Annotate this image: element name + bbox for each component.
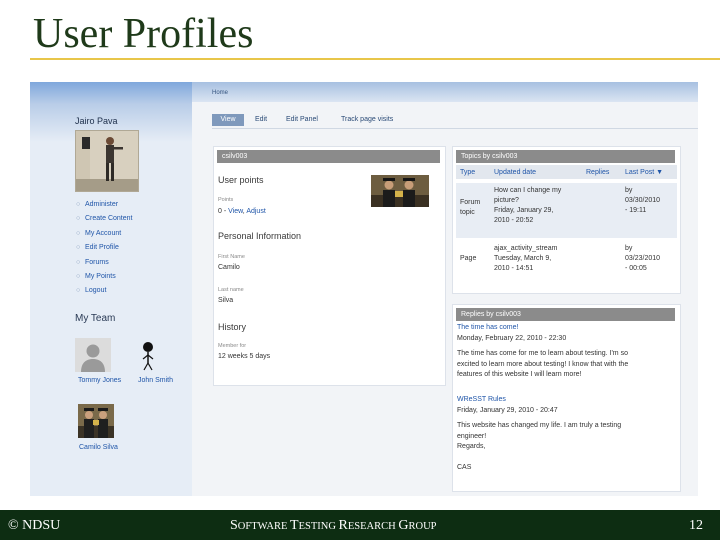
reply-body-line: CAS: [457, 464, 472, 471]
reply-body-line: The time has come for me to learn about …: [457, 350, 628, 357]
footer-group-name: SOFTWARE TESTING RESEARCH GROUP: [230, 518, 437, 533]
stick-figure-icon[interactable]: [134, 338, 170, 372]
table-row: Page ajax_activity_stream Tuesday, March…: [456, 241, 677, 281]
bullet-icon: ○: [76, 201, 81, 208]
breadcrumb[interactable]: Home: [212, 90, 228, 96]
replies-panel-header: Replies by csilv003: [456, 308, 675, 321]
first-name-value: Camilo: [218, 264, 240, 271]
sidebar-item-my-account[interactable]: ○ My Account: [76, 227, 132, 241]
reply-body-line: features of this website I will learn mo…: [457, 371, 582, 378]
profile-photo: [75, 130, 139, 192]
column-header-type[interactable]: Type: [460, 169, 475, 176]
reply-title-link[interactable]: The time has come!: [457, 323, 628, 334]
bullet-icon: ○: [76, 272, 81, 280]
reply-body-line: engineer!: [457, 432, 487, 440]
points-adjust-link[interactable]: Adjust: [246, 208, 265, 215]
team-member-name[interactable]: Camilo Silva: [79, 444, 118, 451]
reply-post: WReSST Rules Friday, January 29, 2010 - …: [457, 395, 621, 474]
reply-body-line: Regards,: [457, 443, 486, 450]
sidebar-item-create-content[interactable]: ○ Create Content: [76, 212, 132, 226]
sidebar: Jairo Pava ○ Administer ○ Create Content ○…: [30, 82, 192, 496]
member-for-value: 12 weeks 5 days: [218, 353, 271, 360]
sidebar-item-forums[interactable]: ○ Forums: [76, 256, 132, 270]
replies-panel: Replies by csilv003 The time has come! M…: [452, 304, 681, 492]
user-points-heading: User points: [218, 175, 264, 185]
first-name-label: First Name: [218, 254, 245, 260]
sort-descending-icon: ▼: [656, 169, 664, 176]
screenshot-window: Jairo Pava ○ Administer ○ Create Content ○…: [30, 82, 698, 496]
reply-body-line: This website has changed my life. I am t…: [457, 422, 622, 429]
page-number: 12: [689, 518, 703, 533]
last-name-value: Silva: [218, 297, 234, 304]
title-divider: [30, 58, 720, 60]
tabs-divider: [212, 128, 698, 129]
reply-date: Monday, February 22, 2010 - 22:30: [457, 334, 567, 342]
points-label: Points: [218, 197, 234, 203]
bullet-icon: ○: [76, 215, 81, 223]
sidebar-item-my-points[interactable]: ○ My Points: [76, 270, 132, 284]
column-header-replies[interactable]: Replies: [586, 169, 609, 176]
header-bar: Home: [192, 82, 698, 102]
sidebar-item-administer[interactable]: ○ Administer: [76, 198, 132, 212]
points-value: 0 - View, Adjust: [218, 208, 266, 215]
reply-body-line: [457, 453, 621, 464]
bullet-icon: ○: [76, 244, 81, 252]
tab-edit-panel[interactable]: Edit Panel: [286, 114, 318, 126]
person-silhouette-icon[interactable]: [75, 338, 111, 372]
reply-date: Friday, January 29, 2010 - 20:47: [457, 406, 558, 414]
bullet-icon: ○: [76, 258, 81, 266]
last-name-label: Last name: [218, 287, 244, 293]
tab-track-page-visits[interactable]: Track page visits: [341, 114, 393, 126]
bullet-icon: ○: [76, 287, 81, 295]
slide-title: User Profiles: [33, 11, 254, 57]
team-member-name[interactable]: John Smith: [138, 377, 173, 384]
topic-title-link[interactable]: ajax_activity_stream: [494, 244, 557, 254]
history-heading: History: [218, 322, 247, 332]
personal-info-heading: Personal Information: [218, 231, 302, 241]
table-row: Forum topic How can I change my picture?…: [456, 183, 677, 238]
profile-picture-thumbnail: [371, 175, 429, 207]
topics-panel-header: Topics by csilv003: [456, 150, 675, 163]
profile-panel-header: csilv003: [217, 150, 440, 163]
graduates-photo[interactable]: [78, 404, 114, 438]
column-header-last-post[interactable]: Last Post ▼: [625, 169, 663, 176]
copyright-text: © NDSU: [8, 518, 61, 533]
points-view-link[interactable]: View: [228, 208, 243, 215]
sidebar-item-edit-profile[interactable]: ○ Edit Profile: [76, 241, 132, 255]
reply-body-line: excited to learn more about testing! I k…: [457, 360, 629, 368]
sidebar-menu: ○ Administer ○ Create Content ○ My Account …: [76, 198, 132, 299]
topics-panel: Topics by csilv003 Type Updated date Rep…: [452, 146, 681, 294]
reply-title-link[interactable]: WReSST Rules: [457, 395, 621, 406]
sidebar-item-logout[interactable]: ○ Logout: [76, 284, 132, 298]
reply-post: The time has come! Monday, February 22, …: [457, 323, 628, 381]
tab-edit[interactable]: Edit: [255, 114, 267, 126]
member-for-label: Member for: [218, 343, 247, 349]
tab-view[interactable]: View: [212, 114, 244, 126]
topic-title-link[interactable]: picture?: [494, 196, 519, 206]
slide-footer: © NDSU SOFTWARE TESTING RESEARCH GROUP 1…: [0, 510, 720, 540]
main-content: Home View Edit Edit Panel Track page vis…: [192, 82, 698, 496]
topic-title-link[interactable]: How can I change my: [494, 186, 561, 196]
column-header-updated-date[interactable]: Updated date: [494, 169, 536, 176]
bullet-icon: ○: [76, 229, 81, 237]
my-team-heading: My Team: [75, 313, 116, 324]
profile-panel: csilv003 User points Points 0 - View, Ad…: [213, 146, 446, 386]
team-member-name[interactable]: Tommy Jones: [78, 377, 121, 384]
profile-user-name: Jairo Pava: [75, 116, 118, 126]
